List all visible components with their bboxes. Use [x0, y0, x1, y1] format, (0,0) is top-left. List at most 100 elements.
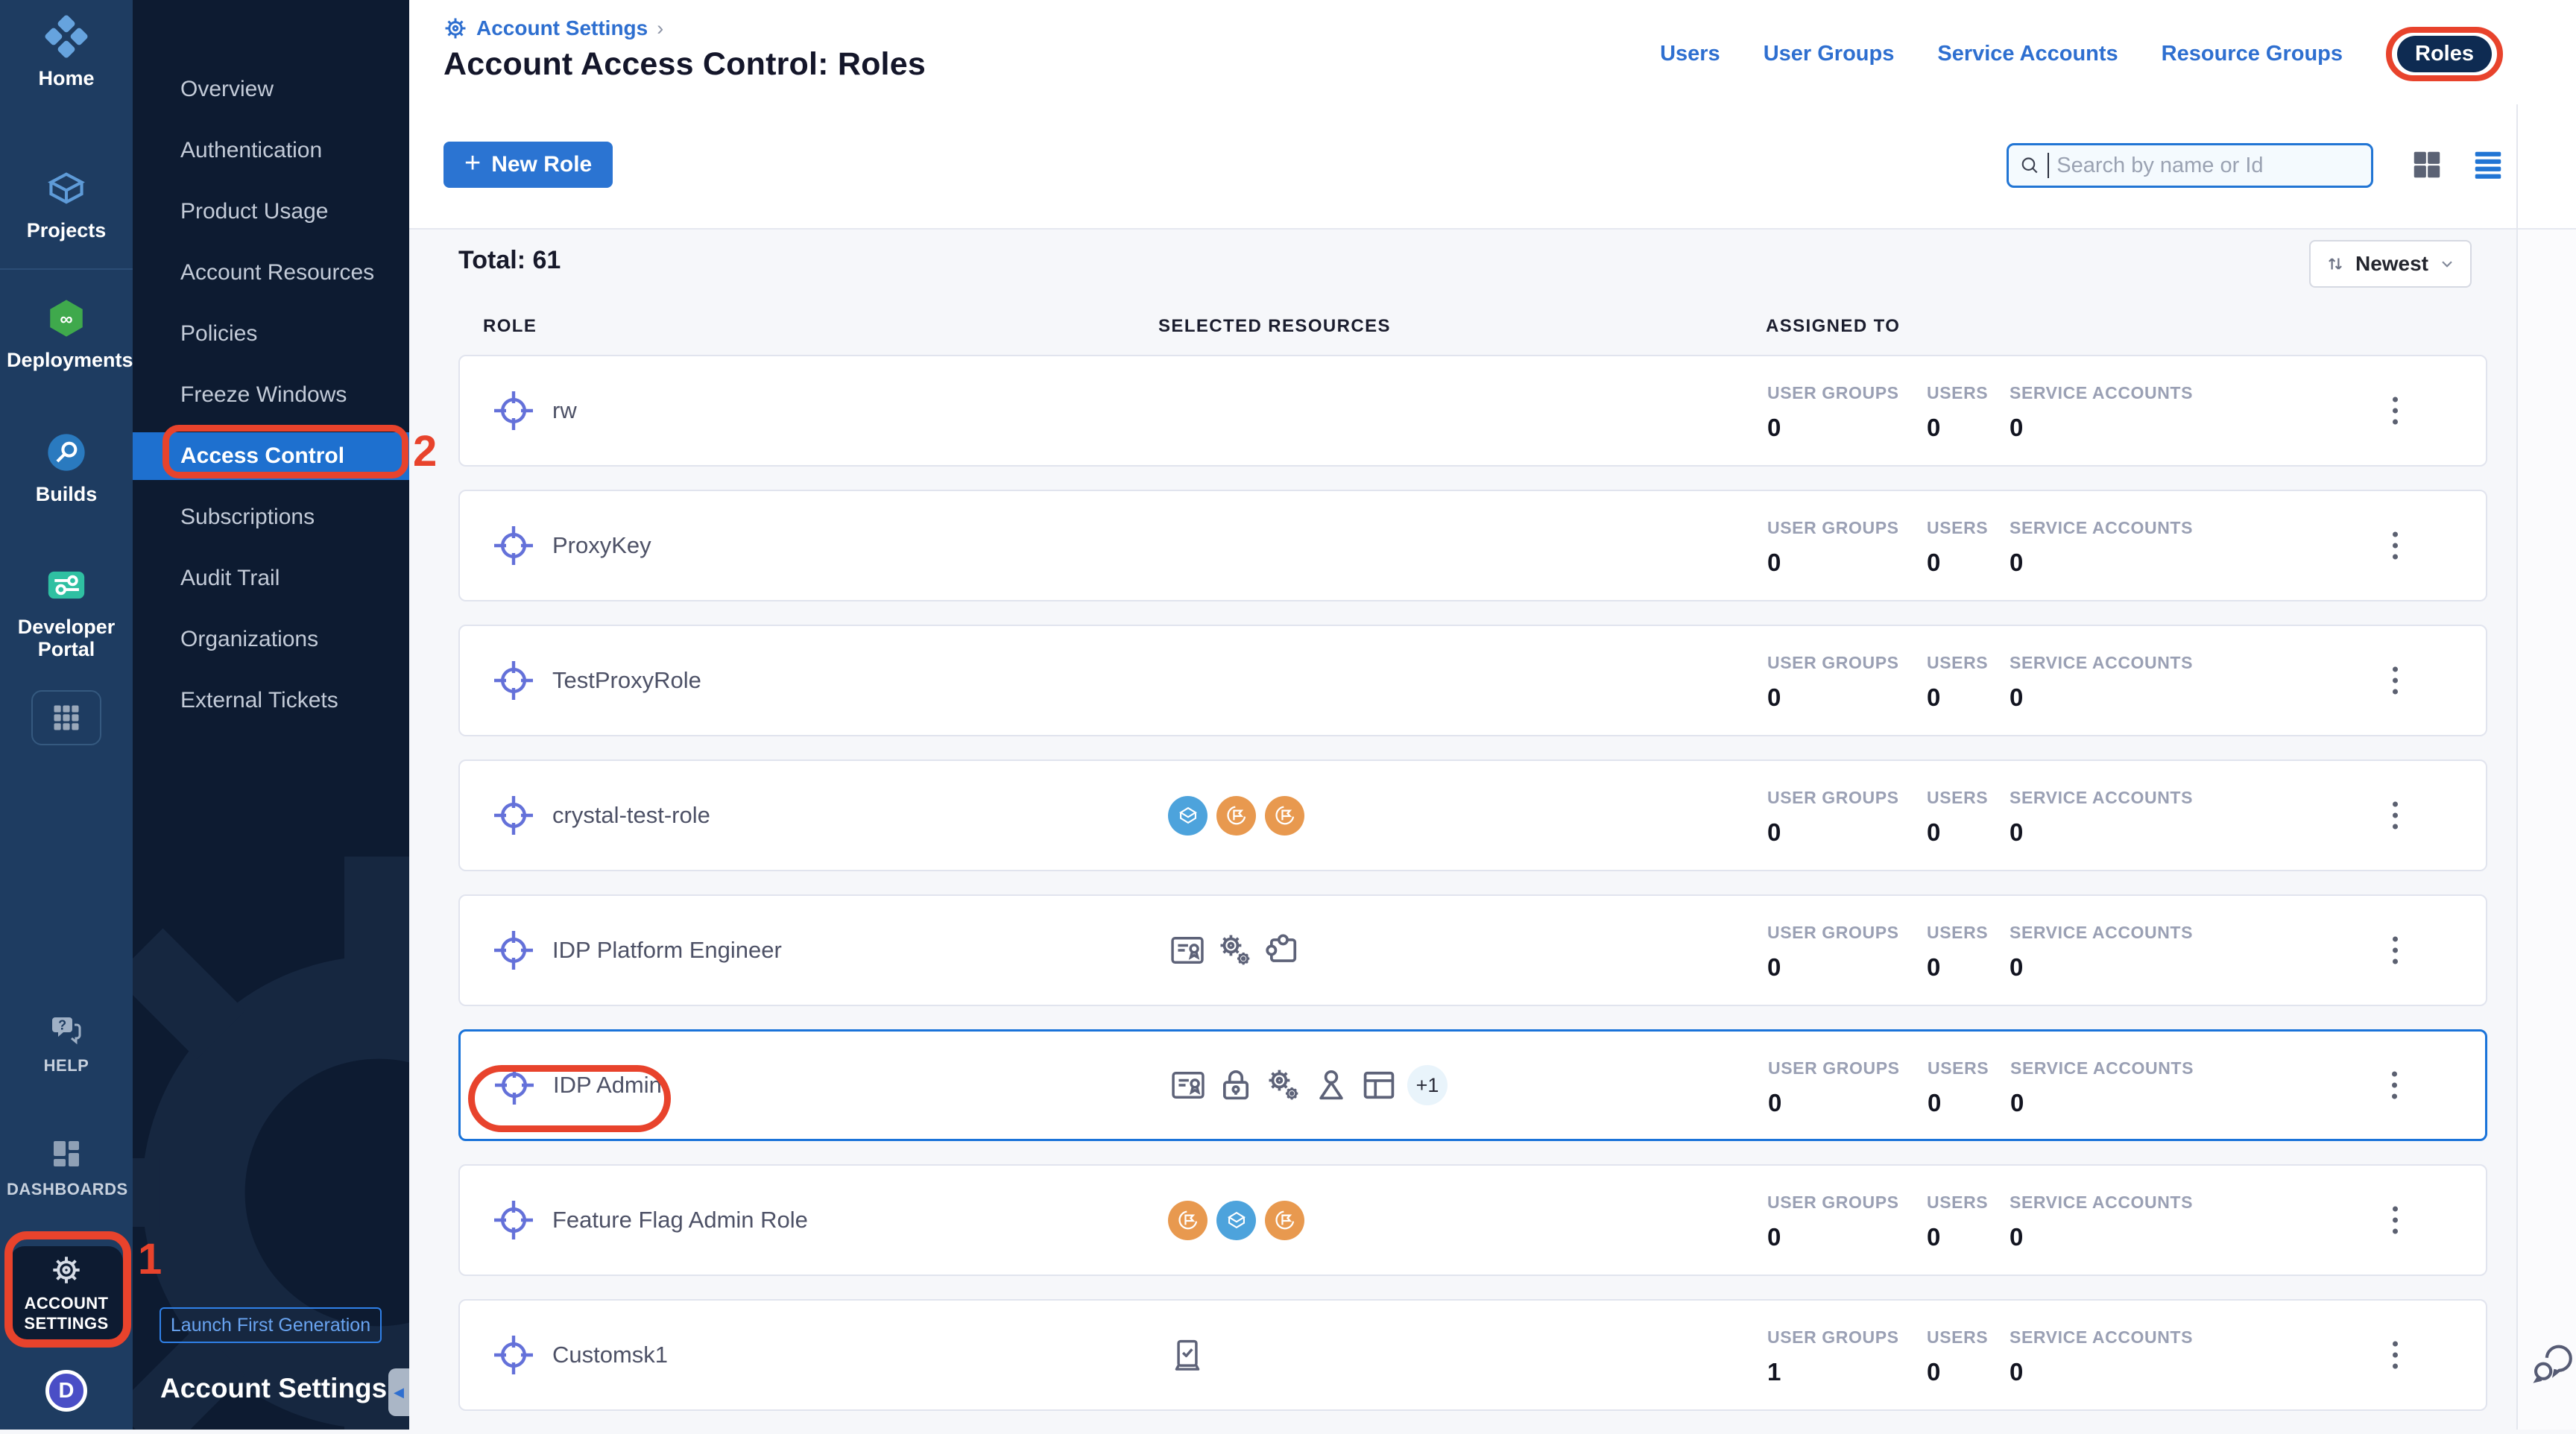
role-row[interactable]: TestProxyRole USER GROUPS 0 USERS 0 SERV…: [458, 625, 2487, 736]
avatar[interactable]: D: [45, 1370, 87, 1412]
user-groups-label: USER GROUPS: [1767, 1193, 1927, 1213]
role-name[interactable]: Feature Flag Admin Role: [552, 1207, 808, 1234]
role-cell: IDP Admin: [493, 1032, 662, 1139]
tab-service-accounts[interactable]: Service Accounts: [1937, 42, 2118, 66]
users-label: USERS: [1927, 653, 2010, 673]
gears-icon: [1216, 931, 1254, 970]
user-groups-label: USER GROUPS: [1767, 1327, 1927, 1348]
role-row[interactable]: crystal-test-role USER GROUPS 0 USERS 0 …: [458, 759, 2487, 871]
developer-portal-icon: [45, 563, 88, 607]
service-accounts-label: SERVICE ACCOUNTS: [2010, 653, 2193, 673]
sidebar-item-overview[interactable]: Overview: [133, 66, 409, 113]
plus-icon: +: [464, 148, 481, 180]
role-target-icon: [493, 929, 534, 971]
role-row[interactable]: IDP Platform Engineer USER GROUPS 0 USER…: [458, 894, 2487, 1006]
chevron-down-icon: [2437, 254, 2457, 274]
rail-item-label: Projects: [27, 219, 107, 241]
row-options-kebab-icon[interactable]: [2385, 1334, 2405, 1377]
sidebar-item-access-control[interactable]: Access Control: [133, 432, 409, 480]
tab-users[interactable]: Users: [1660, 42, 1720, 66]
users-count: 0: [1927, 1358, 2010, 1386]
sidebar-title: Account Settings: [160, 1373, 387, 1404]
service-accounts-label: SERVICE ACCOUNTS: [2010, 923, 2193, 943]
module-resource-circle: [1168, 1201, 1208, 1240]
annotation-number-2: 2: [413, 426, 437, 476]
tab-roles[interactable]: Roles: [2397, 36, 2492, 72]
breadcrumb-link[interactable]: Account Settings: [476, 16, 648, 40]
role-name[interactable]: ProxyKey: [552, 532, 651, 559]
role-name[interactable]: rw: [552, 397, 577, 424]
rail-item-builds[interactable]: Builds: [0, 431, 133, 505]
rail-item-developer-portal[interactable]: Developer Portal: [0, 563, 133, 660]
rail-item-projects[interactable]: Projects: [0, 167, 133, 241]
role-row[interactable]: Feature Flag Admin Role USER GROUPS 0 US…: [458, 1164, 2487, 1276]
sidebar-collapse-icon[interactable]: ◀: [388, 1368, 409, 1416]
role-row[interactable]: rw USER GROUPS 0 USERS 0 SERVICE ACCOUNT…: [458, 355, 2487, 467]
rail-item-help[interactable]: ?HELP: [0, 1012, 133, 1076]
tab-resource-groups[interactable]: Resource Groups: [2162, 42, 2343, 66]
role-name[interactable]: IDP Platform Engineer: [552, 937, 782, 964]
role-target-icon: [493, 390, 534, 432]
rail-item-home[interactable]: Home: [0, 15, 133, 89]
tab-user-groups[interactable]: User Groups: [1764, 42, 1895, 66]
svg-text:?: ?: [58, 1018, 66, 1033]
service-accounts-count: 0: [2010, 1223, 2193, 1251]
role-row[interactable]: IDP Admin +1 USER GROUPS 0 USERS 0 SERVI…: [458, 1029, 2487, 1141]
breadcrumb[interactable]: Account Settings ›: [443, 16, 663, 40]
row-options-kebab-icon[interactable]: [2385, 1199, 2405, 1242]
rail-item-dashboards[interactable]: DASHBOARDS: [0, 1136, 133, 1199]
assigned-to-cell: USER GROUPS 0 USERS 0 SERVICE ACCOUNTS 0: [1767, 923, 2193, 982]
sidebar-item-policies[interactable]: Policies: [133, 310, 409, 358]
role-name[interactable]: TestProxyRole: [552, 667, 701, 694]
assigned-to-cell: USER GROUPS 0 USERS 0 SERVICE ACCOUNTS 0: [1767, 788, 2193, 847]
sidebar-item-subscriptions[interactable]: Subscriptions: [133, 493, 409, 541]
rail-item-label: Deployments: [7, 349, 126, 371]
user-groups-count: 0: [1767, 953, 1927, 982]
sidebar-item-product-usage[interactable]: Product Usage: [133, 188, 409, 236]
role-name[interactable]: IDP Admin: [553, 1072, 662, 1099]
new-role-button[interactable]: + New Role: [443, 142, 613, 188]
row-options-kebab-icon[interactable]: [2385, 525, 2405, 567]
sidebar-item-freeze-windows[interactable]: Freeze Windows: [133, 371, 409, 419]
rail-item-account-settings[interactable]: ACCOUNT SETTINGS: [10, 1246, 123, 1342]
row-options-kebab-icon[interactable]: [2384, 1064, 2405, 1107]
sort-dropdown[interactable]: Newest: [2309, 240, 2472, 288]
role-name[interactable]: crystal-test-role: [552, 802, 710, 829]
user-groups-label: USER GROUPS: [1767, 383, 1927, 403]
search-input[interactable]: [2056, 154, 2361, 178]
chevron-right-icon: ›: [657, 17, 663, 40]
role-target-icon: [493, 660, 534, 701]
chat-bubbles-icon[interactable]: [2528, 1342, 2575, 1388]
users-count: 0: [1927, 818, 2010, 847]
rail-item-deployments[interactable]: ∞Deployments: [0, 297, 133, 371]
role-row[interactable]: ProxyKey USER GROUPS 0 USERS 0 SERVICE A…: [458, 490, 2487, 601]
users-label: USERS: [1928, 1058, 2010, 1078]
role-target-icon: [493, 795, 534, 836]
sidebar-item-organizations[interactable]: Organizations: [133, 616, 409, 663]
sort-arrows-icon: [2324, 253, 2346, 275]
more-resources-badge: +1: [1407, 1065, 1448, 1105]
sidebar-item-audit-trail[interactable]: Audit Trail: [133, 555, 409, 602]
role-row[interactable]: Customsk1 USER GROUPS 1 USERS 0 SERVICE …: [458, 1299, 2487, 1411]
sidebar-item-external-tickets[interactable]: External Tickets: [133, 677, 409, 724]
column-header-role: ROLE: [483, 316, 537, 337]
selected-resources-cell: [1168, 1301, 1207, 1409]
modules-button[interactable]: [31, 690, 101, 745]
row-options-kebab-icon[interactable]: [2385, 795, 2405, 837]
list-view-icon[interactable]: [2471, 148, 2505, 182]
sidebar-item-authentication[interactable]: Authentication: [133, 127, 409, 174]
main-content: Account Settings › Account Access Contro…: [409, 0, 2576, 1430]
help-icon: ?: [48, 1012, 84, 1048]
row-options-kebab-icon[interactable]: [2385, 660, 2405, 702]
sidebar-item-account-resources[interactable]: Account Resources: [133, 249, 409, 297]
rail-item-label: ACCOUNT SETTINGS: [18, 1293, 115, 1334]
row-options-kebab-icon[interactable]: [2385, 929, 2405, 972]
grid-view-icon[interactable]: [2410, 148, 2444, 182]
user-groups-count: 0: [1767, 1223, 1927, 1251]
role-cell: rw: [493, 356, 577, 465]
view-toggles: [2410, 148, 2505, 182]
users-label: USERS: [1927, 788, 2010, 808]
launch-first-generation-button[interactable]: Launch First Generation: [160, 1307, 382, 1343]
role-name[interactable]: Customsk1: [552, 1342, 668, 1368]
row-options-kebab-icon[interactable]: [2385, 390, 2405, 432]
